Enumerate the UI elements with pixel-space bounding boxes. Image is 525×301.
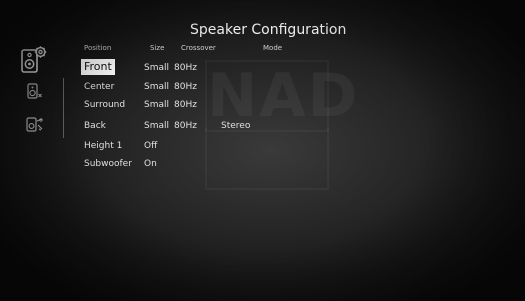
crossover-value[interactable]: 80Hz xyxy=(174,80,197,94)
nad-watermark-frame xyxy=(205,128,329,190)
speaker-gear-icon[interactable] xyxy=(20,44,48,76)
size-value[interactable]: On xyxy=(144,157,157,171)
page-title: Speaker Configuration xyxy=(190,22,347,38)
position-center[interactable]: Center xyxy=(84,80,114,94)
speaker-small-icon[interactable] xyxy=(27,83,43,101)
position-height-1[interactable]: Height 1 xyxy=(84,139,122,153)
header-mode: Mode xyxy=(263,44,283,52)
header-crossover: Crossover xyxy=(181,44,216,52)
mode-value[interactable]: Stereo xyxy=(221,119,250,133)
size-value[interactable]: Small xyxy=(144,61,169,75)
size-value[interactable]: Off xyxy=(144,139,157,153)
sidebar-divider xyxy=(63,78,64,138)
speaker-tools-icon[interactable] xyxy=(26,116,44,134)
position-front[interactable]: Front xyxy=(81,59,115,75)
crossover-value[interactable]: 80Hz xyxy=(174,61,197,75)
size-value[interactable]: Small xyxy=(144,119,169,133)
position-surround[interactable]: Surround xyxy=(84,98,125,112)
speaker-configuration-screen: NAD Speaker Configuration Position Size … xyxy=(0,0,525,301)
position-back[interactable]: Back xyxy=(84,119,106,133)
crossover-value[interactable]: 80Hz xyxy=(174,98,197,112)
size-value[interactable]: Small xyxy=(144,98,169,112)
crossover-value[interactable]: 80Hz xyxy=(174,119,197,133)
position-subwoofer[interactable]: Subwoofer xyxy=(84,157,132,171)
size-value[interactable]: Small xyxy=(144,80,169,94)
header-size: Size xyxy=(150,44,165,52)
header-position: Position xyxy=(84,44,112,52)
